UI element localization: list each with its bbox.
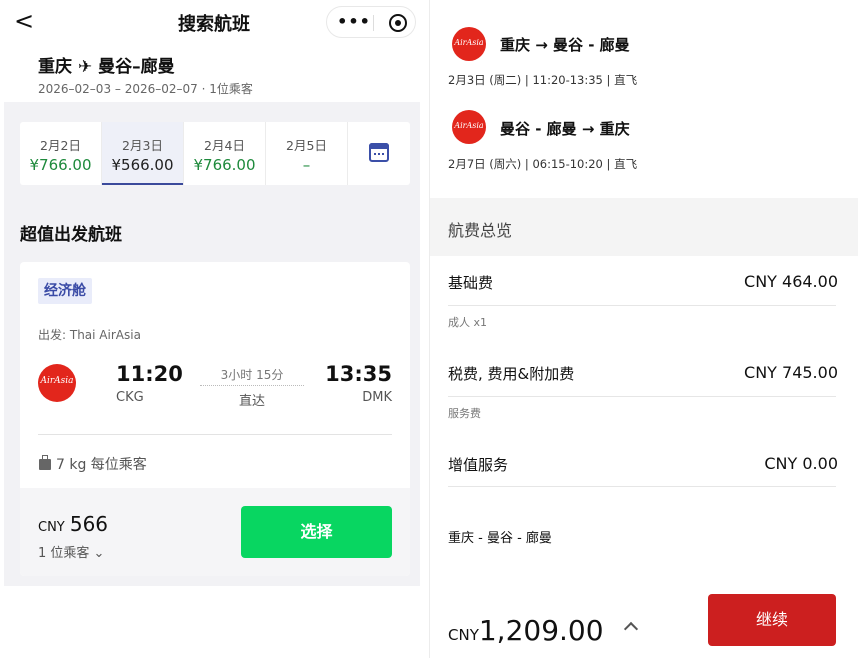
extras-label: 增值服务: [448, 456, 509, 474]
base-fare-value: CNY 464.00: [744, 272, 838, 291]
baggage-allowance: 7 kg 每位乘客: [56, 457, 147, 473]
screen: < 搜索航班 ••• 重庆 ✈ 曼谷–廊曼 2026–02–03 – 2026–…: [0, 0, 858, 658]
arrival-time: 13:35: [325, 362, 392, 386]
outbound-details: 2月3日 (周二) | 11:20-13:35 | 直飞: [448, 73, 638, 87]
luggage-icon: [39, 455, 51, 470]
base-fare-note: 成人 x1: [448, 316, 488, 329]
miniapp-capsule: •••: [326, 6, 416, 38]
taxes-fees-value: CNY 745.00: [744, 363, 838, 382]
continue-button[interactable]: 继续: [708, 594, 836, 646]
duration-line: [200, 385, 304, 386]
cabin-class-badge: 经济舱: [38, 278, 92, 304]
date-label: 2月2日: [40, 138, 81, 153]
more-icon[interactable]: •••: [337, 13, 371, 31]
date-price: ¥766.00: [193, 156, 256, 174]
calendar-icon: [369, 143, 389, 162]
divider: [38, 434, 392, 435]
route-title: 重庆 ✈ 曼谷–廊曼: [38, 57, 175, 77]
outbound-route: 重庆 → 曼谷 - 廊曼: [500, 36, 630, 54]
capsule-divider: [373, 15, 374, 31]
total-currency: CNY: [448, 626, 479, 644]
date-label: 2月3日: [122, 138, 163, 153]
itinerary-route: 重庆 - 曼谷 - 廊曼: [448, 531, 552, 546]
fare-summary-panel: AirAsia 重庆 → 曼谷 - 廊曼 2月3日 (周二) | 11:20-1…: [429, 0, 858, 658]
fare-overview-header: 航费总览: [430, 198, 858, 256]
search-results-panel: < 搜索航班 ••• 重庆 ✈ 曼谷–廊曼 2026–02–03 – 2026–…: [0, 0, 428, 658]
return-details: 2月7日 (周六) | 06:15-10:20 | 直飞: [448, 157, 638, 171]
total-price: CNY1,209.00: [448, 614, 604, 647]
extras-value: CNY 0.00: [764, 454, 838, 473]
price-amount: 566: [69, 512, 109, 536]
departure-airport: CKG: [116, 390, 144, 405]
date-label: 2月5日: [286, 138, 327, 153]
date-selector: 2月2日 ¥766.00 2月3日 ¥566.00 2月4日 ¥766.00 2…: [20, 122, 410, 185]
stops-label: 直达: [238, 394, 265, 409]
calendar-button[interactable]: [348, 122, 410, 185]
date-label: 2月4日: [204, 138, 245, 153]
date-price: ¥766.00: [29, 156, 92, 174]
fare-overview-title: 航费总览: [448, 221, 513, 240]
select-flight-button[interactable]: 选择: [241, 506, 392, 558]
card-footer: CNY 566 1 位乘客 ⌄ 选择: [20, 488, 410, 576]
divider: [448, 486, 836, 487]
close-miniapp-icon[interactable]: [389, 14, 407, 32]
airasia-logo-icon: AirAsia: [452, 110, 486, 144]
flight-duration: 3小时 15分: [220, 368, 284, 382]
date-option[interactable]: 2月2日 ¥766.00: [20, 122, 102, 185]
taxes-fees-note: 服务费: [448, 407, 481, 420]
total-amount: 1,209.00: [478, 614, 604, 647]
date-option-selected[interactable]: 2月3日 ¥566.00: [102, 122, 184, 185]
date-price: ¥566.00: [111, 156, 174, 174]
airasia-logo-icon: AirAsia: [38, 364, 76, 402]
passenger-count-dropdown[interactable]: 1 位乘客 ⌄: [38, 542, 104, 561]
operating-airline: 出发: Thai AirAsia: [38, 328, 141, 342]
divider: [448, 396, 836, 397]
airasia-logo-icon: AirAsia: [452, 27, 486, 61]
trip-summary: 2026–02–03 – 2026–02–07 · 1位乘客: [38, 82, 253, 96]
return-route: 曼谷 - 廊曼 → 重庆: [500, 120, 630, 138]
divider: [448, 305, 836, 306]
flight-card: 经济舱 出发: Thai AirAsia AirAsia 11:20 CKG 3…: [20, 262, 410, 576]
chevron-up-icon[interactable]: [623, 621, 639, 637]
departure-time: 11:20: [116, 362, 183, 386]
price-currency: CNY: [38, 520, 65, 535]
date-option[interactable]: 2月4日 ¥766.00: [184, 122, 266, 185]
nav-bar: < 搜索航班 •••: [0, 0, 428, 44]
arrival-airport: DMK: [362, 390, 392, 405]
section-title: 超值出发航班: [20, 225, 122, 245]
date-price: –: [302, 156, 311, 174]
flight-price: CNY 566: [38, 512, 108, 536]
date-option[interactable]: 2月5日 –: [266, 122, 348, 185]
taxes-fees-label: 税费, 费用&附加费: [448, 365, 575, 383]
route-header: 重庆 ✈ 曼谷–廊曼 2026–02–03 – 2026–02–07 · 1位乘…: [0, 44, 428, 102]
base-fare-label: 基础费: [448, 274, 494, 292]
